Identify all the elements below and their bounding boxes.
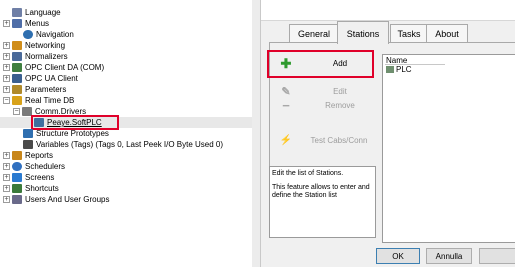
screens-icon [12, 173, 22, 182]
remove-button[interactable]: − Remove [268, 93, 372, 119]
networking-icon [12, 41, 22, 50]
expand-icon[interactable]: + [3, 152, 10, 159]
expand-icon[interactable]: + [3, 163, 10, 170]
shortcuts-icon [12, 184, 22, 193]
minus-icon: − [282, 98, 290, 113]
expand-icon[interactable]: + [3, 20, 10, 27]
tab-about[interactable]: About [426, 24, 468, 43]
variables-icon [23, 140, 33, 149]
expand-icon[interactable]: + [3, 64, 10, 71]
users-icon [12, 195, 22, 204]
expand-icon[interactable]: + [3, 42, 10, 49]
expand-icon[interactable]: + [3, 75, 10, 82]
list-item[interactable]: PLC [386, 65, 412, 74]
opc-da-icon [12, 63, 22, 72]
pane-divider[interactable] [252, 0, 260, 267]
realtime-db-icon [12, 96, 22, 105]
schedulers-icon [12, 162, 22, 171]
reports-icon [12, 151, 22, 160]
tab-general[interactable]: General [289, 24, 339, 43]
ok-button[interactable]: OK [376, 248, 420, 264]
expand-icon[interactable]: + [3, 196, 10, 203]
collapse-icon[interactable]: − [3, 97, 10, 104]
expand-icon[interactable]: + [3, 86, 10, 93]
test-icon: ⚡ [279, 135, 293, 146]
opc-ua-icon [12, 74, 22, 83]
cancel-button[interactable]: Annulla [426, 248, 472, 264]
language-icon [12, 8, 22, 17]
apply-button[interactable] [479, 248, 515, 264]
navigation-icon [23, 30, 33, 39]
help-description: Edit the list of Stations. This feature … [269, 166, 376, 238]
structure-prototypes-icon [23, 129, 33, 138]
tab-stations[interactable]: Stations [337, 21, 389, 44]
expand-icon[interactable]: + [3, 174, 10, 181]
stations-list[interactable]: Name PLC [382, 54, 515, 243]
add-highlight-box [267, 50, 374, 78]
expand-icon[interactable]: + [3, 185, 10, 192]
parameters-icon [12, 85, 22, 94]
tab-tasks[interactable]: Tasks [390, 24, 428, 43]
expand-icon[interactable]: + [3, 53, 10, 60]
normalizers-icon [12, 52, 22, 61]
collapse-icon[interactable]: − [13, 108, 20, 115]
menus-icon [12, 19, 22, 28]
station-icon [386, 66, 394, 74]
project-tree: Language + Menus Navigation + Networking… [0, 0, 252, 267]
test-connection-button[interactable]: ⚡ Test Cabs/Conn [268, 128, 372, 154]
dialog-titlebar[interactable] [261, 0, 515, 21]
